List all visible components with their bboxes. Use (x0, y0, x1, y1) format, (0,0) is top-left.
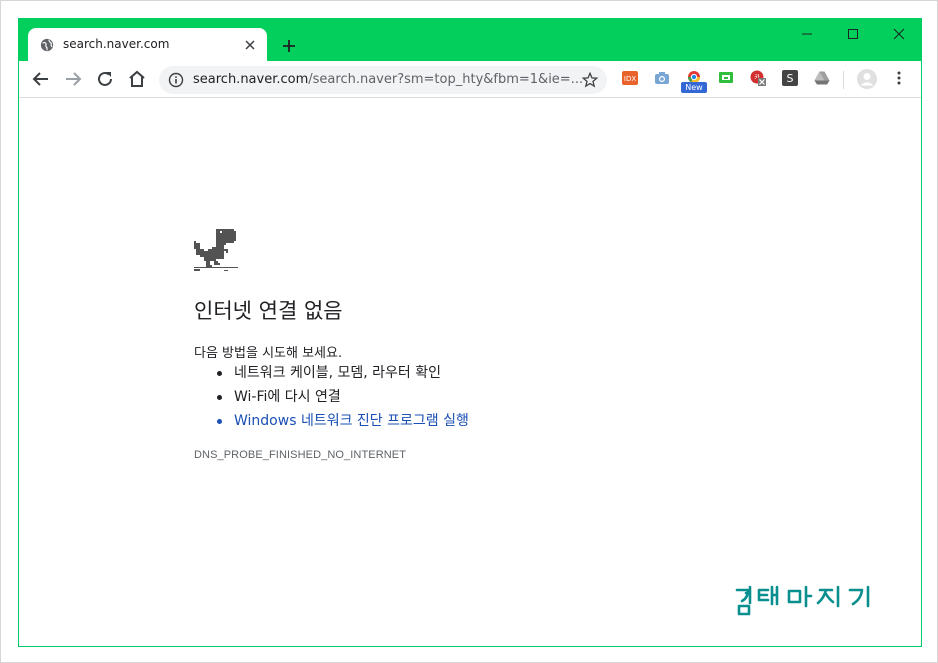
tip-check-cable: 네트워크 케이블, 모뎀, 라우터 확인 (217, 363, 469, 387)
red-blocked-extension-icon[interactable]: 카 (750, 70, 766, 86)
run-network-diagnostics-link[interactable]: Windows 네트워크 진단 프로그램 실행 (217, 411, 469, 435)
tab-title: search.naver.com (63, 37, 170, 51)
screen-extension-icon[interactable] (718, 70, 734, 86)
s-extension-label: S (787, 72, 794, 85)
home-button[interactable] (125, 67, 149, 91)
drive-extension-icon[interactable] (814, 70, 830, 86)
tab-active[interactable]: search.naver.com (28, 28, 267, 62)
maximize-button[interactable] (830, 19, 876, 49)
new-tab-button[interactable] (277, 34, 301, 58)
minimize-button[interactable] (784, 19, 830, 49)
info-icon[interactable] (168, 72, 184, 88)
menu-dots-icon[interactable] (891, 70, 907, 86)
url-host: search.naver.com (193, 72, 309, 87)
screenshot-frame: search.naver.com search.naver.com/search… (0, 0, 938, 663)
close-window-button[interactable] (876, 19, 922, 49)
globe-icon (40, 38, 54, 52)
watermark-logo (735, 585, 870, 616)
camera-extension-icon[interactable] (654, 70, 670, 86)
svg-text:IDX: IDX (624, 75, 636, 83)
tip-reconnect-wifi: Wi-Fi에 다시 연결 (217, 387, 469, 411)
tips-list: 네트워크 케이블, 모뎀, 라우터 확인 Wi-Fi에 다시 연결 Window… (217, 363, 469, 435)
close-tab-icon[interactable] (242, 37, 258, 53)
error-title: 인터넷 연결 없음 (194, 299, 343, 323)
url-text: search.naver.com/search.naver?sm=top_hty… (193, 72, 583, 87)
toolbar: search.naver.com/search.naver?sm=top_hty… (19, 61, 921, 98)
title-bar: search.naver.com (19, 19, 922, 62)
reload-button[interactable] (93, 67, 117, 91)
profile-avatar-icon[interactable] (856, 68, 878, 90)
bookmark-star-icon[interactable] (581, 71, 599, 89)
forward-button[interactable] (61, 67, 85, 91)
offline-dinosaur-icon (194, 229, 238, 271)
new-badge: New (681, 82, 707, 93)
idx-extension-icon[interactable]: IDX (622, 70, 638, 86)
back-button[interactable] (29, 67, 53, 91)
error-code: DNS_PROBE_FINISHED_NO_INTERNET (194, 449, 407, 461)
address-bar[interactable]: search.naver.com/search.naver?sm=top_hty… (159, 66, 607, 94)
toolbar-separator (843, 71, 844, 89)
page-content: 인터넷 연결 없음 다음 방법을 시도해 보세요. 네트워크 케이블, 모뎀, … (19, 99, 921, 646)
suggestion-text: 다음 방법을 시도해 보세요. (194, 346, 343, 361)
s-extension-icon[interactable]: S (782, 70, 798, 86)
browser-window: search.naver.com search.naver.com/search… (18, 18, 922, 647)
url-path: /search.naver?sm=top_hty&fbm=1&ie=... (308, 72, 584, 87)
